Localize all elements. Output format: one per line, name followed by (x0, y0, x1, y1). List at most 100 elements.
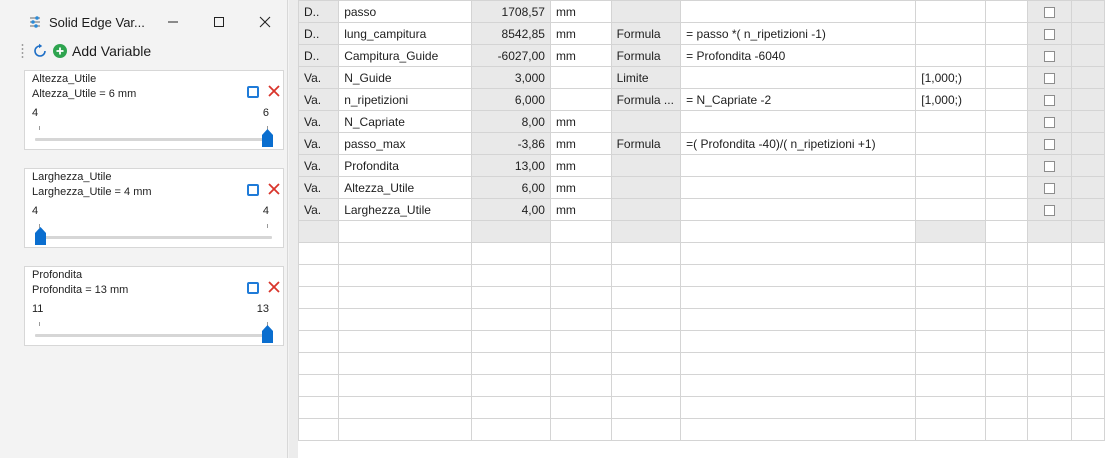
empty-row[interactable] (297, 352, 1105, 375)
type-cell[interactable]: D.. (297, 0, 340, 23)
table-row[interactable]: Va. n_ripetizioni 6,000 Formula ... = N_Capr… (297, 88, 1105, 111)
rule-cell[interactable]: Formula ... (610, 88, 682, 111)
empty-cell[interactable] (915, 286, 987, 309)
table-row[interactable]: Va. Larghezza_Utile 4,00 mm (297, 198, 1105, 221)
checkbox-cell[interactable] (1026, 22, 1072, 45)
name-cell[interactable]: passo_max (338, 132, 473, 155)
empty-cell[interactable] (1070, 286, 1105, 309)
empty-cell[interactable] (985, 242, 1028, 265)
empty-cell[interactable] (549, 330, 612, 353)
empty-cell[interactable] (680, 242, 917, 265)
name-cell[interactable]: Profondita (338, 154, 473, 177)
empty-cell[interactable] (680, 396, 917, 419)
value-cell[interactable]: 6,000 (471, 88, 551, 111)
formula-cell[interactable]: =( Profondita -40)/( n_ripetizioni +1) (680, 132, 917, 155)
empty-cell[interactable] (915, 374, 987, 397)
table-row[interactable]: Va. Altezza_Utile 6,00 mm (297, 176, 1105, 199)
empty-cell[interactable] (610, 330, 682, 353)
type-cell[interactable]: D.. (297, 44, 340, 67)
name-cell[interactable]: Campitura_Guide (338, 44, 473, 67)
empty-cell[interactable] (985, 220, 1028, 243)
empty-cell[interactable] (471, 396, 551, 419)
maximize-button[interactable] (202, 10, 236, 34)
empty-cell[interactable] (1026, 220, 1072, 243)
row-checkbox[interactable] (1043, 94, 1055, 106)
empty-cell[interactable] (610, 352, 682, 375)
name-cell[interactable]: n_ripetizioni (338, 88, 473, 111)
empty-cell[interactable] (338, 418, 473, 441)
rule-cell[interactable] (610, 110, 682, 133)
checkbox-cell[interactable] (1026, 44, 1072, 67)
empty-cell[interactable] (1070, 264, 1105, 287)
empty-cell[interactable] (915, 330, 987, 353)
table-row[interactable]: Va. Profondita 13,00 mm (297, 154, 1105, 177)
empty-cell[interactable] (610, 374, 682, 397)
empty-cell[interactable] (915, 308, 987, 331)
extra-cell[interactable] (1070, 0, 1105, 23)
range-cell[interactable]: [1,000;) (915, 88, 987, 111)
row-checkbox[interactable] (1043, 50, 1055, 62)
empty-cell[interactable] (915, 352, 987, 375)
empty-cell[interactable] (297, 242, 340, 265)
name-cell[interactable]: N_Guide (338, 66, 473, 89)
empty-cell[interactable] (680, 220, 917, 243)
unit-cell[interactable]: mm (549, 198, 612, 221)
extra-cell[interactable] (985, 154, 1028, 177)
empty-cell[interactable] (985, 352, 1028, 375)
extra-cell[interactable] (985, 110, 1028, 133)
table-row[interactable]: Va. N_Capriate 8,00 mm (297, 110, 1105, 133)
unit-cell[interactable]: mm (549, 110, 612, 133)
empty-cell[interactable] (915, 418, 987, 441)
empty-cell[interactable] (338, 352, 473, 375)
range-cell[interactable]: [1,000;) (915, 66, 987, 89)
checkbox-cell[interactable] (1026, 0, 1072, 23)
value-cell[interactable]: -3,86 (471, 132, 551, 155)
minimize-button[interactable] (156, 10, 190, 34)
empty-cell[interactable] (1026, 242, 1072, 265)
type-cell[interactable]: Va. (297, 110, 340, 133)
formula-cell[interactable] (680, 176, 917, 199)
empty-cell[interactable] (471, 418, 551, 441)
empty-cell[interactable] (1070, 220, 1105, 243)
extra-cell[interactable] (985, 198, 1028, 221)
rule-cell[interactable] (610, 0, 682, 23)
empty-cell[interactable] (471, 352, 551, 375)
value-cell[interactable]: 4,00 (471, 198, 551, 221)
empty-cell[interactable] (549, 396, 612, 419)
empty-cell[interactable] (915, 396, 987, 419)
formula-cell[interactable]: = passo *( n_ripetizioni -1) (680, 22, 917, 45)
table-row[interactable]: D.. passo 1708,57 mm (297, 0, 1105, 23)
empty-cell[interactable] (1070, 242, 1105, 265)
rule-cell[interactable] (610, 198, 682, 221)
rule-cell[interactable]: Formula (610, 22, 682, 45)
empty-cell[interactable] (680, 286, 917, 309)
empty-cell[interactable] (1070, 352, 1105, 375)
type-cell[interactable]: Va. (297, 198, 340, 221)
empty-cell[interactable] (1026, 330, 1072, 353)
formula-cell[interactable] (680, 154, 917, 177)
name-cell[interactable]: passo (338, 0, 473, 23)
empty-cell[interactable] (610, 418, 682, 441)
empty-cell[interactable] (549, 374, 612, 397)
type-cell[interactable]: Va. (297, 176, 340, 199)
delete-x-icon[interactable] (267, 84, 281, 98)
unit-cell[interactable]: mm (549, 176, 612, 199)
empty-cell[interactable] (549, 220, 612, 243)
empty-cell[interactable] (338, 374, 473, 397)
value-cell[interactable]: 6,00 (471, 176, 551, 199)
unit-cell[interactable]: mm (549, 22, 612, 45)
checkbox-cell[interactable] (1026, 66, 1072, 89)
row-checkbox[interactable] (1043, 182, 1055, 194)
extra-cell[interactable] (985, 132, 1028, 155)
formula-cell[interactable] (680, 0, 917, 23)
empty-cell[interactable] (338, 220, 473, 243)
empty-cell[interactable] (1026, 374, 1072, 397)
empty-cell[interactable] (680, 330, 917, 353)
value-cell[interactable]: 8542,85 (471, 22, 551, 45)
checkbox-cell[interactable] (1026, 88, 1072, 111)
empty-cell[interactable] (297, 396, 340, 419)
empty-cell[interactable] (471, 330, 551, 353)
empty-row[interactable] (297, 374, 1105, 397)
empty-cell[interactable] (1026, 264, 1072, 287)
formula-cell[interactable] (680, 66, 917, 89)
